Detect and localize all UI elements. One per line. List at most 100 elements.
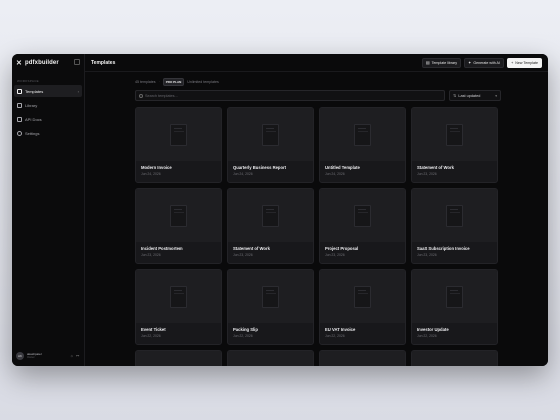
template-date: Jun 23, 2026 (325, 253, 345, 257)
sidebar-item-label: Templates (25, 88, 44, 94)
document-icon (446, 204, 463, 227)
generate-with-ai-label: Generate with AI (473, 60, 500, 65)
template-card[interactable]: Untitled Template Jun 24, 2026 (319, 107, 406, 183)
template-date: Jun 23, 2026 (141, 253, 161, 257)
plan-limit: Unlimited templates (187, 80, 219, 84)
template-preview (228, 189, 313, 242)
settings-icon (17, 130, 22, 136)
user-menu[interactable]: AK akashpatel Owner ☼ ↦ (16, 350, 80, 362)
sidebar-item-settings[interactable]: Settings (14, 127, 82, 139)
document-icon (170, 123, 187, 146)
template-preview (136, 351, 221, 366)
template-preview (412, 270, 497, 323)
template-date: Jun 23, 2026 (233, 253, 253, 257)
template-card[interactable]: Packing Slip Jun 22, 2026 (227, 269, 314, 345)
sort-value: Last updated (458, 93, 481, 98)
avatar: AK (16, 352, 24, 360)
templates-meta: 45 templates · PRO PLAN Unlimited templa… (135, 78, 501, 86)
template-card[interactable]: Statement of Work Jun 23, 2026 (411, 107, 498, 183)
generate-with-ai-button[interactable]: ✦ Generate with AI (464, 57, 504, 68)
document-icon (354, 123, 371, 146)
sidebar-item-label: Library (25, 102, 38, 108)
template-name: Untitled Template (325, 165, 360, 170)
document-icon (262, 285, 279, 308)
template-preview (228, 108, 313, 161)
template-card[interactable]: Event Ticket Jun 22, 2026 (135, 269, 222, 345)
templates-toolbar: ⇅ Last updated ▾ (135, 90, 501, 101)
document-icon (170, 285, 187, 308)
template-preview (412, 108, 497, 161)
template-preview (320, 351, 405, 366)
templates-icon (17, 88, 22, 94)
template-date: Jun 22, 2026 (417, 334, 437, 338)
template-library-label: Template library (431, 60, 457, 65)
sort-select[interactable]: ⇅ Last updated ▾ (449, 90, 501, 101)
chevron-right-icon: › (77, 88, 79, 94)
document-icon (354, 285, 371, 308)
template-card-partial[interactable] (227, 350, 314, 366)
template-name: Event Ticket (141, 327, 166, 332)
template-card[interactable]: Investor Update Jun 22, 2026 (411, 269, 498, 345)
document-icon (446, 123, 463, 146)
template-name: Quarterly Business Report (233, 165, 287, 170)
template-card[interactable]: Project Proposal Jun 23, 2026 (319, 188, 406, 264)
template-name: Project Proposal (325, 246, 359, 251)
document-icon (354, 204, 371, 227)
template-name: EU VAT Invoice (325, 327, 356, 332)
template-preview (320, 108, 405, 161)
template-name: Statement of Work (417, 165, 454, 170)
document-icon (446, 285, 463, 308)
sidebar-item-label: Settings (25, 130, 40, 136)
page-title: Templates (91, 59, 116, 66)
chevron-down-icon: ▾ (495, 93, 497, 98)
templates-panel: 45 templates · PRO PLAN Unlimited templa… (135, 78, 501, 366)
template-card[interactable]: EU VAT Invoice Jun 22, 2026 (319, 269, 406, 345)
new-template-button[interactable]: + New Template (506, 57, 542, 68)
sidebar-nav: Templates › Library API Docs Settings (12, 85, 84, 139)
plan-badge: PRO PLAN (162, 78, 185, 86)
sidebar-item-api-docs[interactable]: API Docs (14, 113, 82, 125)
template-card-partial[interactable] (411, 350, 498, 366)
template-card[interactable]: SaaS Subscription Invoice Jun 23, 2026 (411, 188, 498, 264)
sidebar: ✕ pdfxbuilder Workspace Templates › Libr… (12, 54, 85, 366)
template-card-partial[interactable] (319, 350, 406, 366)
template-date: Jun 23, 2026 (417, 172, 437, 176)
template-card[interactable]: Statement of Work Jun 23, 2026 (227, 188, 314, 264)
api-docs-icon (17, 116, 22, 122)
user-info: akashpatel Owner (27, 352, 68, 360)
sidebar-section-label: Workspace (17, 79, 39, 83)
template-name: Modern Invoice (141, 165, 172, 170)
template-card[interactable]: Modern Invoice Jun 24, 2026 (135, 107, 222, 183)
document-icon (262, 204, 279, 227)
template-preview (228, 270, 313, 323)
library-icon (17, 102, 22, 108)
template-card[interactable]: Quarterly Business Report Jun 24, 2026 (227, 107, 314, 183)
template-name: Statement of Work (233, 246, 270, 251)
library-icon: ▤ (425, 60, 430, 65)
template-date: Jun 24, 2026 (325, 172, 345, 176)
sidebar-item-templates[interactable]: Templates › (14, 85, 82, 97)
template-card-partial[interactable] (135, 350, 222, 366)
template-preview (320, 189, 405, 242)
template-library-button[interactable]: ▤ Template library (421, 57, 461, 68)
sidebar-item-library[interactable]: Library (14, 99, 82, 111)
collapse-sidebar-icon[interactable] (74, 59, 80, 65)
app-window: ✕ pdfxbuilder Workspace Templates › Libr… (12, 54, 548, 366)
template-preview (412, 351, 497, 366)
sparkle-icon: ✦ (468, 60, 472, 65)
template-date: Jun 22, 2026 (141, 334, 161, 338)
templates-grid: Modern Invoice Jun 24, 2026 Quarterly Bus… (135, 107, 501, 366)
template-preview (412, 189, 497, 242)
search-box[interactable] (135, 90, 445, 101)
sidebar-item-label: API Docs (25, 116, 42, 122)
search-input[interactable] (145, 91, 441, 100)
template-count: 45 templates (135, 80, 156, 84)
template-preview (228, 351, 313, 366)
sort-icon: ⇅ (453, 93, 457, 98)
theme-toggle-icon[interactable]: ☼ (70, 354, 74, 358)
search-icon (139, 93, 143, 98)
template-card[interactable]: Incident Postmortem Jun 23, 2026 (135, 188, 222, 264)
main-content: Templates ▤ Template library ✦ Generate … (85, 54, 548, 366)
meta-separator: · (158, 80, 160, 84)
logout-icon[interactable]: ↦ (76, 354, 80, 358)
